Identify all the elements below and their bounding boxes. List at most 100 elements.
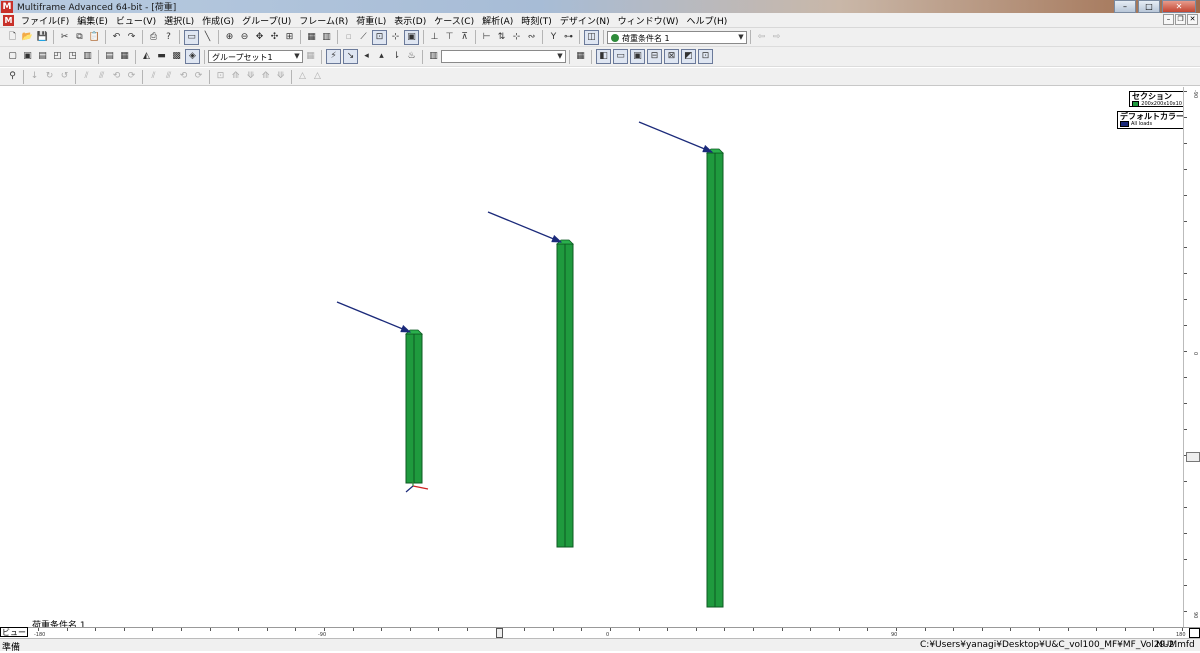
mode-d-icon[interactable]: ⟱	[274, 70, 287, 83]
stress-d-icon[interactable]: ⟳	[192, 70, 205, 83]
mode-c-icon[interactable]: ⟰	[259, 70, 272, 83]
release-icon[interactable]: Υ	[547, 31, 560, 44]
mdi-minimize-button[interactable]: –	[1163, 14, 1174, 25]
menu-view[interactable]: ビュー(V)	[112, 14, 160, 27]
paste-icon[interactable]: 📋	[88, 31, 101, 44]
support-fixed-icon[interactable]: ⊤	[443, 31, 456, 44]
offset-icon[interactable]: ⊶	[562, 31, 575, 44]
ruler-end-box[interactable]	[1189, 628, 1200, 638]
ruler-thumb[interactable]	[496, 628, 503, 638]
view-side-icon[interactable]: ▣	[21, 50, 34, 63]
menu-analyze[interactable]: 解析(A)	[478, 14, 517, 27]
menu-create[interactable]: 作成(G)	[198, 14, 238, 27]
report-icon[interactable]: ▤	[103, 50, 116, 63]
load-case-combo[interactable]: 荷重条件名 1 ▼	[607, 30, 747, 44]
frame-view-icon[interactable]: ◫	[584, 29, 599, 45]
frame-canvas[interactable]: セクション 200x200x10x10 デフォルトカラー All loads	[0, 87, 1200, 627]
envelope-icon[interactable]: ⊡	[214, 70, 227, 83]
menu-display[interactable]: 表示(D)	[390, 14, 430, 27]
line-tool-icon[interactable]: ╲	[201, 31, 214, 44]
moment-load-icon[interactable]: ▴	[375, 50, 388, 63]
axis-icon[interactable]: ⊹	[510, 31, 523, 44]
load-arrow[interactable]	[336, 301, 412, 333]
support-pin-icon[interactable]: ⊥	[428, 31, 441, 44]
view-top-icon[interactable]: ▤	[36, 50, 49, 63]
deflect-icon[interactable]: ↓	[28, 70, 41, 83]
grid-icon[interactable]: ▦	[305, 31, 318, 44]
column-member[interactable]	[706, 148, 724, 608]
stress-c-icon[interactable]: ⟲	[177, 70, 190, 83]
pan-icon[interactable]: ✥	[253, 31, 266, 44]
load-value-combo[interactable]: ▼	[441, 50, 566, 63]
table-icon[interactable]: ▥	[320, 31, 333, 44]
horizontal-ruler[interactable]	[0, 627, 1200, 638]
dimension-icon[interactable]: ⊢	[480, 31, 493, 44]
view-bottom-icon[interactable]: ▥	[81, 50, 94, 63]
load-arrow[interactable]	[638, 121, 714, 153]
mdi-close-button[interactable]: ✕	[1187, 14, 1198, 25]
toggle-g-icon[interactable]: ⊡	[698, 49, 713, 64]
mode-b-icon[interactable]: ⟱	[244, 70, 257, 83]
toggle-c-icon[interactable]: ▣	[630, 49, 645, 64]
support-roller-icon[interactable]: ⊼	[458, 31, 471, 44]
shear-icon[interactable]: ⫻	[95, 70, 108, 83]
select-mode-icon[interactable]: ▭	[184, 29, 199, 45]
render-icon[interactable]: ◈	[185, 49, 200, 64]
shaded-icon[interactable]: ▬	[155, 50, 168, 63]
toggle-e-icon[interactable]: ⊠	[664, 49, 679, 64]
menu-edit[interactable]: 編集(E)	[73, 14, 112, 27]
load-select-icon[interactable]: ⚡	[326, 49, 341, 64]
open-file-icon[interactable]: 📂	[21, 31, 34, 44]
menu-select[interactable]: 選択(L)	[160, 14, 198, 27]
snap-grid-icon[interactable]: ⊡	[372, 29, 387, 45]
point-load-icon[interactable]: ↘	[343, 49, 358, 64]
group-set-combo[interactable]: グループセット1 ▼	[208, 50, 303, 63]
menu-design[interactable]: デザイン(N)	[556, 14, 614, 27]
document-icon[interactable]: M	[3, 14, 14, 26]
zoom-out-icon[interactable]: ⊖	[238, 31, 251, 44]
legend-section[interactable]: セクション 200x200x10x10	[1129, 91, 1185, 107]
toggle-a-icon[interactable]: ◧	[596, 49, 611, 64]
section-icon[interactable]: ▩	[170, 50, 183, 63]
moment-icon[interactable]: ⟲	[110, 70, 123, 83]
stress-b-icon[interactable]: ⫻	[162, 70, 175, 83]
group-grid-icon[interactable]: ▦	[304, 50, 317, 63]
load-grid-icon[interactable]: ▦	[574, 50, 587, 63]
print-icon[interactable]: ⎙	[147, 31, 160, 44]
node-load-icon[interactable]: ◂	[360, 50, 373, 63]
menu-time[interactable]: 時刻(T)	[517, 14, 556, 27]
load-table-icon[interactable]: ▥	[427, 50, 440, 63]
maximize-button[interactable]: □	[1138, 0, 1160, 13]
snap-icon[interactable]: ▫	[342, 31, 355, 44]
legend-color[interactable]: デフォルトカラー All loads	[1117, 111, 1187, 129]
menu-load[interactable]: 荷重(L)	[352, 14, 390, 27]
results-icon[interactable]: ▦	[118, 50, 131, 63]
toggle-b-icon[interactable]: ▭	[613, 49, 628, 64]
stress-a-icon[interactable]: ⫽	[147, 70, 160, 83]
warning-a-icon[interactable]: △	[296, 70, 309, 83]
pan-fit-icon[interactable]: ✣	[268, 31, 281, 44]
close-button[interactable]: ✕	[1162, 0, 1196, 13]
mdi-restore-button[interactable]: ❐	[1175, 14, 1186, 25]
view-tab[interactable]: ビュー	[0, 627, 28, 637]
toggle-d-icon[interactable]: ⊟	[647, 49, 662, 64]
zoom-fit-icon[interactable]: ⊞	[283, 31, 296, 44]
undo-icon[interactable]: ↶	[110, 31, 123, 44]
distributed-load-icon[interactable]: ⇂	[390, 50, 403, 63]
zoom-in-icon[interactable]: ⊕	[223, 31, 236, 44]
vertical-ruler[interactable]	[1183, 87, 1200, 627]
menu-case[interactable]: ケース(C)	[430, 14, 478, 27]
view-iso-icon[interactable]: ◳	[66, 50, 79, 63]
view-front-icon[interactable]: ▢	[6, 50, 19, 63]
next-case-icon[interactable]: ⇨	[770, 31, 783, 44]
column-member[interactable]	[405, 329, 423, 484]
rotate-icon[interactable]: ↻	[43, 70, 56, 83]
snap-node-icon[interactable]: ⊹	[389, 31, 402, 44]
menu-group[interactable]: グループ(U)	[238, 14, 295, 27]
cut-icon[interactable]: ✂	[58, 31, 71, 44]
thermal-load-icon[interactable]: ♨	[405, 50, 418, 63]
diagram-icon[interactable]: ◭	[140, 50, 153, 63]
draw-member-icon[interactable]: ⟋	[357, 31, 370, 44]
minimize-button[interactable]: –	[1114, 0, 1136, 13]
spring-icon[interactable]: ⇅	[495, 31, 508, 44]
